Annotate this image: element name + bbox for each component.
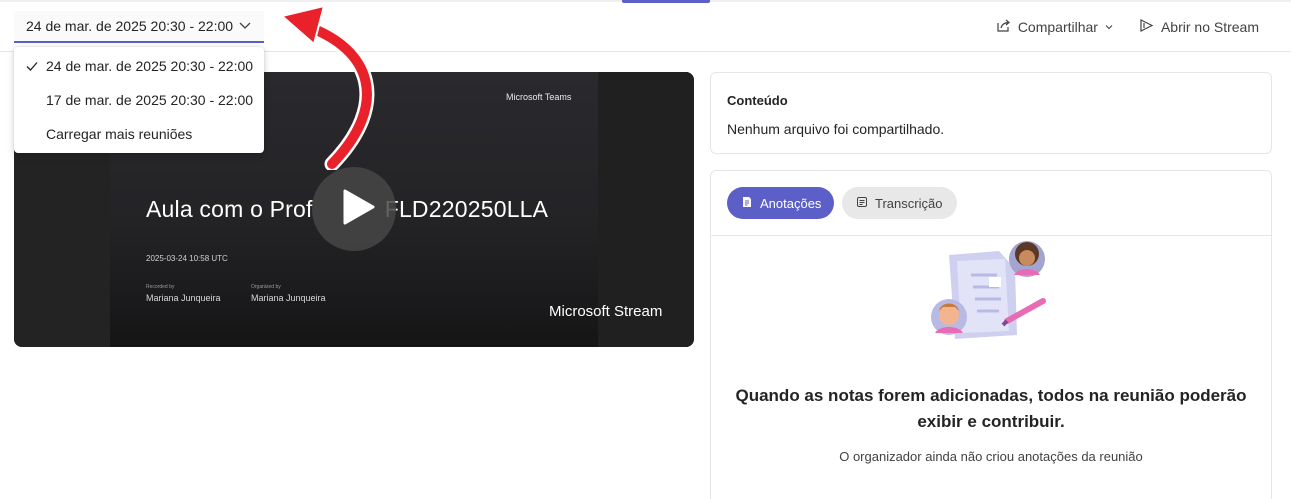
video-datetime: 2025-03-24 10:58 UTC <box>146 254 228 263</box>
play-icon <box>331 187 377 232</box>
notes-illustration-icon <box>931 241 1046 339</box>
share-icon <box>995 17 1012 37</box>
video-meta-key: Recorded by <box>146 284 175 290</box>
notes-empty-title: Quando as notas forem adicionadas, todos… <box>711 383 1271 435</box>
active-tab-indicator <box>622 0 710 3</box>
chevron-down-icon <box>238 18 252 35</box>
video-meta-key: Organized by <box>251 284 281 290</box>
open-in-stream-label: Abrir no Stream <box>1160 19 1259 35</box>
check-icon <box>25 59 39 73</box>
notes-empty-subtitle: O organizador ainda não criou anotações … <box>839 449 1143 464</box>
content-empty-text: Nenhum arquivo foi compartilhado. <box>727 121 945 137</box>
open-in-stream-button[interactable]: Abrir no Stream <box>1138 14 1259 40</box>
meeting-date-selected: 24 de mar. de 2025 20:30 - 22:00 <box>26 18 234 34</box>
menu-item-label: 24 de mar. de 2025 20:30 - 22:00 <box>46 58 254 74</box>
shared-content-card: Conteúdo Nenhum arquivo foi compartilhad… <box>710 72 1272 154</box>
menu-item-label: 17 de mar. de 2025 20:30 - 22:00 <box>46 92 254 108</box>
menu-item-meeting-2[interactable]: 17 de mar. de 2025 20:30 - 22:00 <box>14 83 264 117</box>
tab-notes-label: Anotações <box>760 195 822 211</box>
chevron-down-icon <box>1104 19 1114 35</box>
notes-tabs: Anotações Transcrição <box>727 187 957 219</box>
notes-card: Anotações Transcrição Quando as notas fo… <box>710 170 1272 499</box>
share-label: Compartilhar <box>1017 19 1098 35</box>
video-brand-top: Microsoft Teams <box>506 92 572 102</box>
meeting-recap-page: 24 de mar. de 2025 20:30 - 22:00 Compart… <box>0 0 1291 499</box>
annotation-arrow-icon <box>281 5 375 170</box>
transcript-icon <box>856 196 868 211</box>
meeting-date-menu: 24 de mar. de 2025 20:30 - 22:00 17 de m… <box>14 47 264 153</box>
video-meta-value: Mariana Junqueira <box>146 293 221 303</box>
header-actions: Compartilhar Abrir no Stream <box>995 14 1259 40</box>
menu-item-load-more[interactable]: Carregar mais reuniões <box>14 117 264 151</box>
meeting-date-dropdown[interactable]: 24 de mar. de 2025 20:30 - 22:00 <box>14 11 264 43</box>
tab-transcript[interactable]: Transcrição <box>842 187 957 219</box>
notes-icon <box>741 196 753 211</box>
content-heading: Conteúdo <box>727 93 788 108</box>
share-button[interactable]: Compartilhar <box>995 14 1114 40</box>
stream-icon <box>1138 17 1155 37</box>
play-button[interactable] <box>312 167 396 251</box>
tab-transcript-label: Transcrição <box>875 195 943 211</box>
video-brand-bottom: Microsoft Stream <box>549 303 663 320</box>
menu-item-label: Carregar mais reuniões <box>46 126 193 142</box>
menu-item-meeting-1[interactable]: 24 de mar. de 2025 20:30 - 22:00 <box>14 49 264 83</box>
notes-empty-title-line1: Quando as notas forem adicionadas, todos… <box>735 386 1247 405</box>
tab-notes[interactable]: Anotações <box>727 187 834 219</box>
notes-empty-title-line2: exibir e contribuir. <box>917 412 1065 431</box>
video-meta-value: Mariana Junqueira <box>251 293 326 303</box>
